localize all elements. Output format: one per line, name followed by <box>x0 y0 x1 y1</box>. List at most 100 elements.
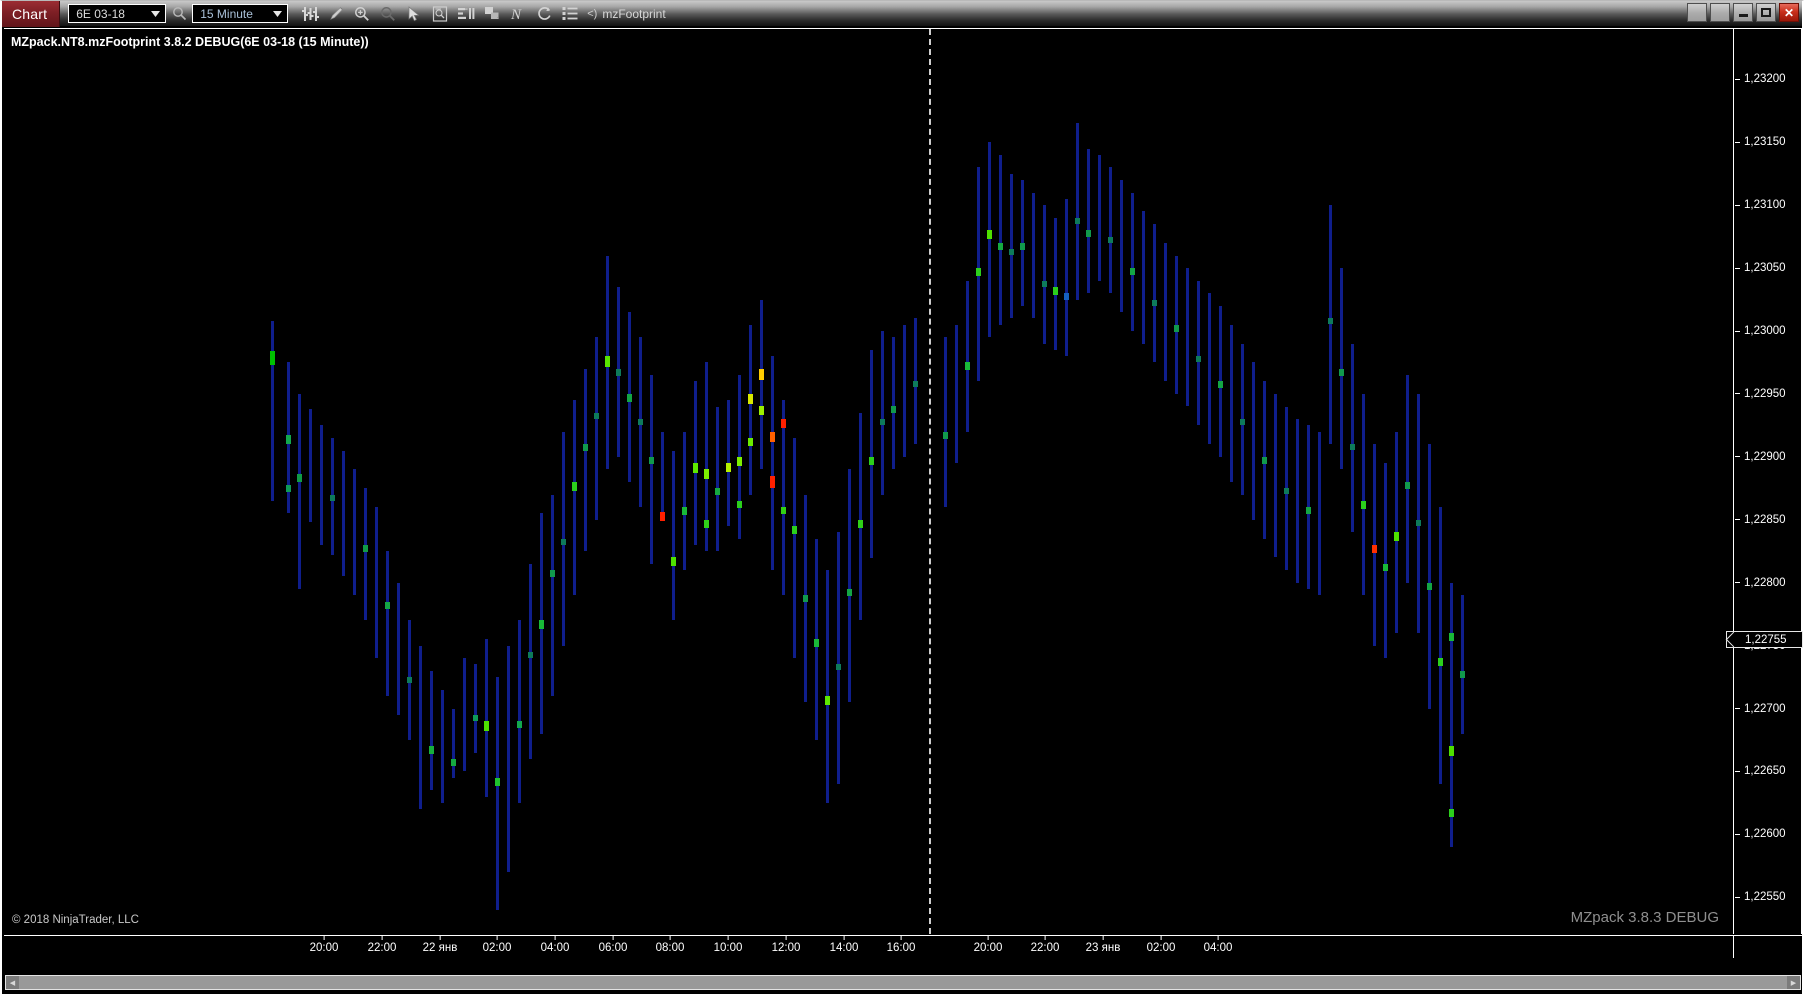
footprint-bar <box>693 381 698 545</box>
time-tick-label: 16:00 <box>886 942 916 954</box>
scrollbar-track[interactable]: ◀ ▶ <box>5 975 1801 990</box>
tick-mark <box>1735 833 1740 835</box>
time-tick: 22:00 <box>367 936 397 954</box>
footprint-bar <box>1296 419 1299 583</box>
time-tick: 06:00 <box>599 936 627 954</box>
footprint-bar <box>671 450 676 621</box>
volume-cell <box>671 557 676 567</box>
footprint-bar <box>965 280 970 432</box>
price-tick-label: 1,23100 <box>1744 199 1786 212</box>
horizontal-scrollbar[interactable]: ◀ ▶ <box>4 973 1802 992</box>
tick-mark <box>1735 456 1740 458</box>
tick-mark <box>1735 896 1740 898</box>
data-series-icon[interactable] <box>453 2 479 26</box>
scroll-left-icon[interactable]: ◀ <box>6 976 19 989</box>
price-tick: 1,22850 <box>1734 513 1801 527</box>
footprint-bar <box>507 645 510 873</box>
volume-cell <box>1196 356 1201 363</box>
volume-cell <box>1086 230 1091 238</box>
volume-cell <box>528 651 533 658</box>
volume-cell <box>594 412 599 419</box>
zoom-out-icon[interactable] <box>375 2 401 26</box>
footprint-bar <box>441 689 444 803</box>
indicators-icon[interactable]: N <box>505 2 531 26</box>
price-tick-label: 1,22800 <box>1744 576 1786 589</box>
time-tick-label: 10:00 <box>713 942 743 954</box>
chart-toolbar: Chart 6E 03-18 15 Minute N <) mzFootprin… <box>2 0 1802 27</box>
time-tick-label: 04:00 <box>1203 942 1233 954</box>
footprint-bar <box>429 670 434 791</box>
tick-mark <box>1044 936 1046 940</box>
footprint-bar <box>814 538 819 740</box>
properties-icon[interactable] <box>479 2 505 26</box>
footprint-bar <box>891 337 896 470</box>
time-tick-label: 22 янв <box>422 942 458 954</box>
interval-selector[interactable]: 15 Minute <box>192 4 289 23</box>
tick-mark <box>612 936 614 940</box>
cursor-icon[interactable] <box>401 2 427 26</box>
bar-type-icon[interactable] <box>297 2 323 26</box>
volume-cell <box>869 456 874 465</box>
volume-cell <box>1218 381 1223 389</box>
chart-plot[interactable]: MZpack.NT8.mzFootprint 3.8.2 DEBUG(6E 03… <box>4 28 1733 934</box>
time-tick-label: 14:00 <box>829 942 859 954</box>
time-tick: 22:00 <box>1030 936 1060 954</box>
copyright-label: © 2018 NinjaTrader, LLC <box>12 914 139 926</box>
chart-tab-label: Chart <box>12 5 48 22</box>
volume-cell <box>891 406 896 414</box>
time-tick-label: 22:00 <box>1030 942 1060 954</box>
footprint-bar <box>1361 393 1366 596</box>
chart-tab[interactable]: Chart <box>2 0 61 27</box>
strategies-icon[interactable] <box>531 2 557 26</box>
volume-cell <box>1361 500 1366 509</box>
maximize-button[interactable] <box>1756 3 1776 22</box>
drawing-tools-icon[interactable] <box>323 2 349 26</box>
price-tick-label: 1,23200 <box>1744 73 1786 86</box>
window-button-1[interactable] <box>1687 3 1707 22</box>
time-axis[interactable]: 20:00 22:00 22 янв 02:00 04:00 06:00 08:00 10:0… <box>4 935 1733 958</box>
order-list-icon[interactable] <box>557 2 583 26</box>
footprint-bar <box>495 677 500 910</box>
volume-cell <box>1438 658 1443 667</box>
minimize-button[interactable] <box>1733 3 1753 22</box>
volume-cell <box>781 419 786 429</box>
footprint-bar <box>1108 167 1113 294</box>
footprint-bar <box>330 437 335 555</box>
footprint-bar <box>1120 180 1123 313</box>
time-tick-label: 23 янв <box>1085 942 1121 954</box>
last-price-pointer-icon <box>1725 632 1742 648</box>
footprint-bar <box>682 431 687 571</box>
footprint-bar <box>270 320 275 501</box>
volume-cell <box>880 419 885 426</box>
time-tick-label: 22:00 <box>367 942 397 954</box>
data-box-icon[interactable] <box>427 2 453 26</box>
volume-cell <box>748 393 753 404</box>
volume-cell <box>737 500 742 508</box>
tick-mark <box>1735 204 1740 206</box>
price-tick: 1,23200 <box>1734 72 1801 86</box>
scroll-right-icon[interactable]: ▶ <box>1787 976 1800 989</box>
footprint-bar <box>1208 293 1211 445</box>
chart-area: MZpack.NT8.mzFootprint 3.8.2 DEBUG(6E 03… <box>4 28 1803 958</box>
window-button-2[interactable] <box>1710 3 1730 22</box>
time-tick: 04:00 <box>1203 936 1233 954</box>
time-tick: 22 янв <box>422 936 458 954</box>
search-icon[interactable] <box>166 2 192 26</box>
footprint-bar <box>792 437 797 659</box>
footprint-bar <box>1186 268 1189 407</box>
instrument-value: 6E 03-18 <box>76 6 125 21</box>
footprint-bar <box>1405 375 1410 583</box>
volume-cell <box>748 437 753 446</box>
tick-mark <box>785 936 787 940</box>
close-button[interactable]: ✕ <box>1779 3 1799 22</box>
volume-cell <box>583 444 588 452</box>
chevron-down-icon <box>147 5 163 22</box>
volume-cell <box>1328 318 1333 325</box>
footprint-bar <box>1196 280 1201 426</box>
price-axis[interactable]: 1,23200 1,23150 1,23100 1,23050 1,23000 1,229… <box>1725 28 1803 934</box>
time-tick-label: 12:00 <box>771 942 801 954</box>
volume-cell <box>1240 419 1245 426</box>
instrument-selector[interactable]: 6E 03-18 <box>68 4 167 23</box>
footprint-bar <box>1142 211 1145 344</box>
zoom-in-icon[interactable] <box>349 2 375 26</box>
